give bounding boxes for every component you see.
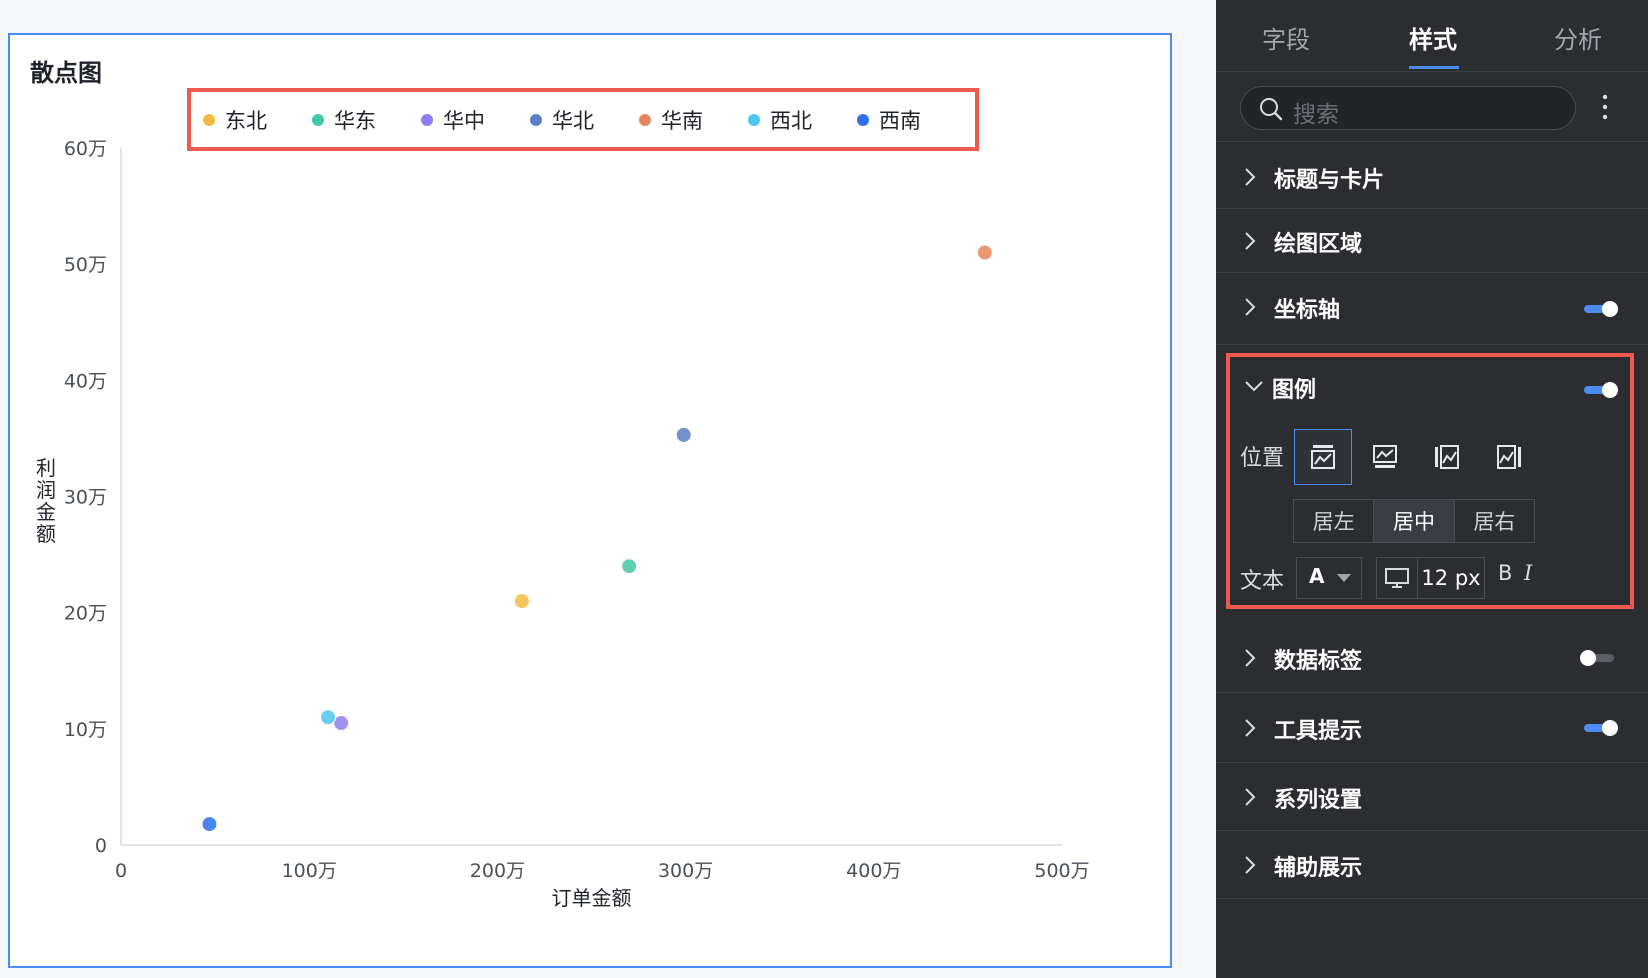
scatter-point bbox=[621, 558, 638, 575]
y-tick-label: 0 bbox=[95, 835, 107, 857]
toggle-knob bbox=[1602, 301, 1618, 317]
section-label: 系列设置 bbox=[1274, 788, 1363, 813]
tab-style[interactable]: 样式 bbox=[1409, 20, 1457, 55]
section-label: 数据标签 bbox=[1274, 649, 1363, 674]
data-label-toggle[interactable] bbox=[1580, 650, 1614, 666]
chevron-right-icon bbox=[1245, 856, 1256, 874]
x-tick-label: 200万 bbox=[470, 860, 525, 882]
section-label: 标题与卡片 bbox=[1274, 168, 1385, 193]
legend-right-icon bbox=[1497, 445, 1521, 469]
monitor-icon bbox=[1385, 568, 1409, 588]
scatter-point bbox=[675, 426, 692, 443]
y-tick-label: 20万 bbox=[64, 603, 107, 625]
app-root: 散点图 东北 华东 华中 华北 华南 西北 西南 0 10万 20万 30万 4… bbox=[0, 0, 1648, 978]
section-title-card[interactable]: 标题与卡片 bbox=[1216, 145, 1648, 209]
legend-top-icon bbox=[1311, 445, 1335, 469]
legend-align-group: 居左 居中 居右 bbox=[1293, 499, 1535, 543]
position-label: 位置 bbox=[1240, 446, 1285, 471]
section-series-settings[interactable]: 系列设置 bbox=[1216, 763, 1648, 831]
align-right-button[interactable]: 居右 bbox=[1455, 500, 1534, 542]
legend-bottom-icon bbox=[1373, 445, 1397, 468]
toggle-knob bbox=[1580, 650, 1596, 666]
legend-position-left-button[interactable] bbox=[1418, 429, 1476, 485]
tooltip-toggle[interactable] bbox=[1584, 720, 1618, 736]
y-tick-label: 10万 bbox=[64, 719, 107, 741]
italic-button[interactable]: I bbox=[1524, 561, 1532, 585]
chevron-right-icon bbox=[1245, 168, 1256, 186]
search-icon bbox=[1260, 98, 1283, 121]
chevron-right-icon bbox=[1245, 298, 1256, 316]
y-tick-label: 30万 bbox=[64, 487, 107, 509]
legend-position-right-button[interactable] bbox=[1480, 429, 1538, 485]
legend-position-top-button[interactable] bbox=[1294, 429, 1352, 485]
toggle-knob bbox=[1602, 720, 1618, 736]
section-label: 工具提示 bbox=[1274, 719, 1363, 744]
search-placeholder: 搜索 bbox=[1293, 102, 1339, 128]
legend-left-icon bbox=[1435, 445, 1459, 469]
chevron-right-icon bbox=[1245, 719, 1256, 737]
align-center-button[interactable]: 居中 bbox=[1374, 500, 1455, 542]
scatter-point bbox=[976, 244, 993, 261]
chart-card: 散点图 东北 华东 华中 华北 华南 西北 西南 0 10万 20万 30万 4… bbox=[8, 33, 1172, 968]
chevron-right-icon bbox=[1245, 232, 1256, 250]
tab-analysis[interactable]: 分析 bbox=[1554, 20, 1602, 55]
active-tab-indicator bbox=[1409, 66, 1459, 69]
section-data-label[interactable]: 数据标签 bbox=[1216, 623, 1648, 693]
y-tick-label: 50万 bbox=[64, 254, 107, 276]
chevron-right-icon bbox=[1245, 788, 1256, 806]
scatter-point bbox=[320, 709, 337, 726]
x-tick-label: 300万 bbox=[658, 860, 713, 882]
bold-button[interactable]: B bbox=[1498, 561, 1512, 585]
y-tick-label: 60万 bbox=[64, 138, 107, 160]
y-tick-label: 40万 bbox=[64, 370, 107, 392]
section-label: 图例 bbox=[1272, 378, 1317, 403]
x-tick-label: 100万 bbox=[282, 860, 337, 882]
x-tick-label: 0 bbox=[115, 860, 127, 882]
section-label: 辅助展示 bbox=[1274, 856, 1363, 881]
section-label: 绘图区域 bbox=[1274, 232, 1363, 257]
style-panel: 字段 样式 分析 搜索 标题与卡片 绘图区域 坐标轴 图例 位置 居左 居中 居… bbox=[1216, 0, 1648, 978]
x-axis-label: 订单金额 bbox=[552, 886, 632, 910]
device-select[interactable] bbox=[1376, 557, 1418, 599]
align-left-button[interactable]: 居左 bbox=[1294, 500, 1375, 542]
section-legend: 图例 位置 居左 居中 居右 文本 A 12 px B I bbox=[1226, 353, 1634, 609]
search-input[interactable]: 搜索 bbox=[1240, 86, 1576, 130]
section-plot-area[interactable]: 绘图区域 bbox=[1216, 209, 1648, 273]
section-tooltip[interactable]: 工具提示 bbox=[1216, 693, 1648, 763]
chevron-right-icon bbox=[1245, 649, 1256, 667]
scatter-point bbox=[513, 593, 530, 610]
x-tick-label: 400万 bbox=[846, 860, 901, 882]
font-color-glyph: A bbox=[1309, 564, 1325, 588]
tab-fields[interactable]: 字段 bbox=[1262, 20, 1310, 55]
x-tick-label: 500万 bbox=[1034, 860, 1089, 882]
scatter-point bbox=[201, 816, 218, 833]
legend-toggle[interactable] bbox=[1584, 382, 1618, 398]
toggle-knob bbox=[1602, 382, 1618, 398]
font-color-picker[interactable]: A bbox=[1296, 557, 1362, 599]
y-axis-label: 利润金额 bbox=[36, 456, 56, 546]
legend-position-bottom-button[interactable] bbox=[1356, 429, 1414, 485]
text-label: 文本 bbox=[1240, 569, 1285, 594]
section-auxiliary[interactable]: 辅助展示 bbox=[1216, 831, 1648, 899]
caret-down-icon bbox=[1337, 574, 1351, 582]
more-vertical-icon[interactable] bbox=[1602, 92, 1608, 122]
section-label: 坐标轴 bbox=[1274, 298, 1341, 323]
chevron-down-icon[interactable] bbox=[1244, 379, 1264, 393]
section-axis[interactable]: 坐标轴 bbox=[1216, 275, 1648, 345]
axis-toggle[interactable] bbox=[1584, 301, 1618, 317]
font-size-input[interactable]: 12 px bbox=[1417, 557, 1485, 599]
scatter-plot: 0 10万 20万 30万 40万 50万 60万 0 100万 200万 300万 400万 500万… bbox=[36, 138, 1090, 910]
search-row: 搜索 bbox=[1216, 72, 1648, 142]
panel-tabs: 字段 样式 分析 bbox=[1216, 0, 1648, 72]
